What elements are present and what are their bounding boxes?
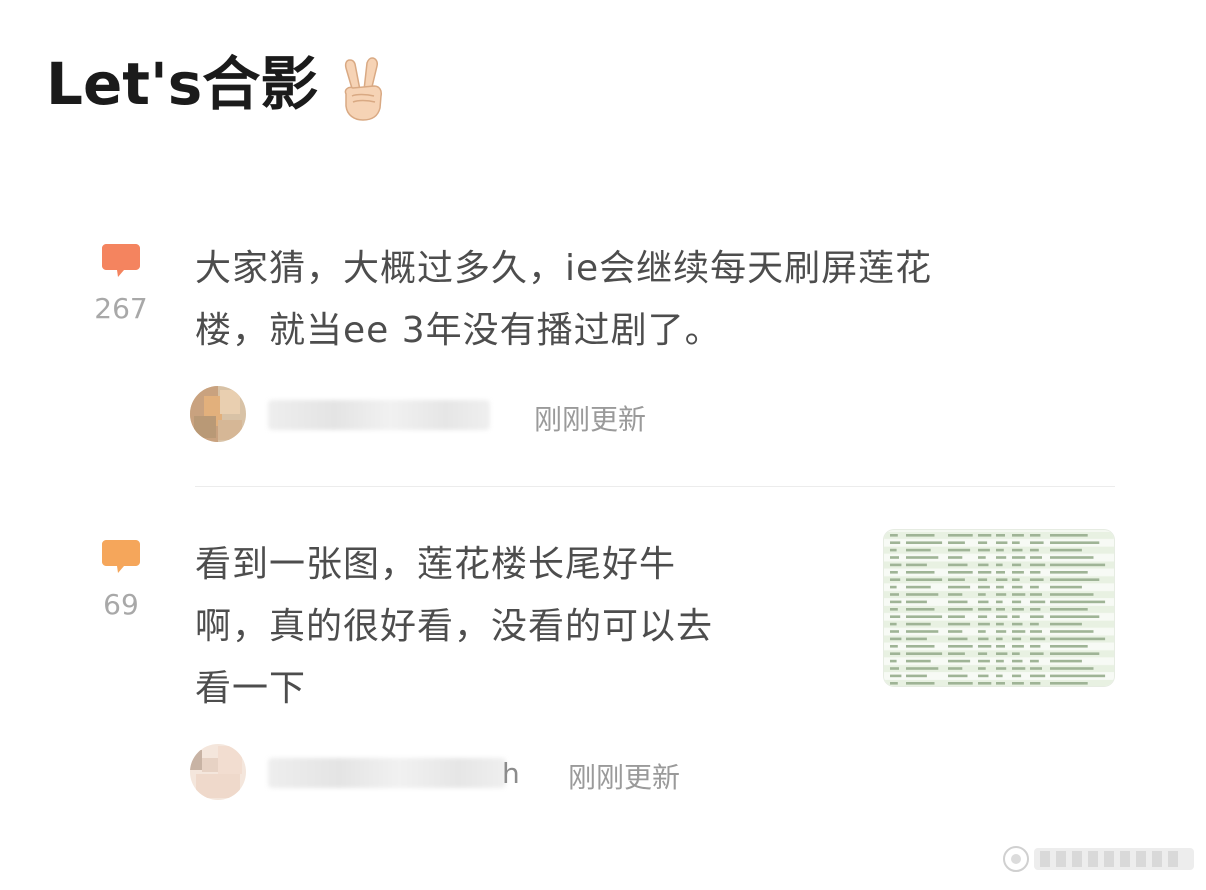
avatar[interactable] — [190, 386, 246, 442]
timestamp: 刚刚更新 — [568, 761, 681, 794]
victory-hand-emoji-icon — [344, 57, 382, 121]
page-title: Let's合影 — [46, 50, 319, 118]
post-text[interactable]: 看到一张图，莲花楼长尾好牛 啊，真的很好看，没看的可以去 看一下 — [195, 534, 713, 720]
username-blurred[interactable] — [268, 400, 490, 430]
spreadsheet-thumbnail-image — [884, 530, 1114, 686]
post-text[interactable]: 大家猜，大概过多久，ie会继续每天刷屏莲花 楼，就当ee 3年没有播过剧了。 — [195, 238, 932, 362]
comment-count: 267 — [94, 292, 148, 325]
post-text-line: 啊，真的很好看，没看的可以去 — [195, 606, 714, 647]
timestamp: 刚刚更新 — [534, 403, 647, 436]
divider — [195, 486, 1115, 487]
post-text-line: 楼，就当ee 3年没有播过剧了。 — [195, 310, 722, 351]
watermark-logo — [1003, 846, 1194, 872]
comment-bubble-icon — [102, 244, 140, 277]
avatar-image — [190, 386, 246, 442]
post-text-line: 看到一张图，莲花楼长尾好牛 — [195, 544, 677, 585]
username-fragment: h — [502, 757, 520, 790]
avatar[interactable] — [190, 744, 246, 800]
comment-count: 69 — [103, 588, 139, 621]
post-thumbnail[interactable] — [884, 530, 1114, 686]
post-text-line: 看一下 — [195, 668, 307, 709]
post-text-line: 大家猜，大概过多久，ie会继续每天刷屏莲花 — [195, 248, 933, 289]
username-blurred[interactable] — [268, 758, 506, 788]
avatar-image — [190, 744, 246, 800]
comment-bubble-icon — [102, 540, 140, 573]
